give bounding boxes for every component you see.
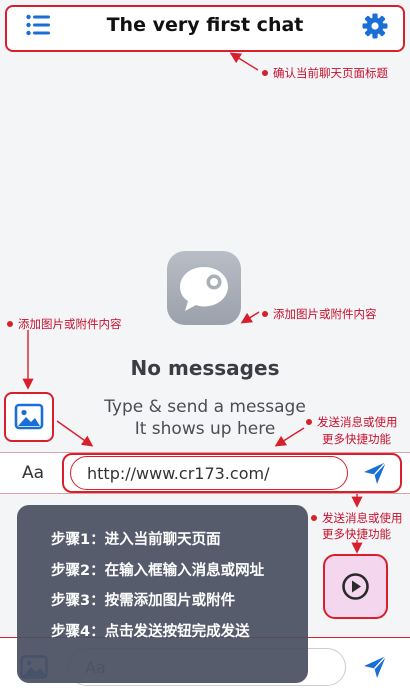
message-input[interactable]	[70, 456, 348, 490]
quick-annotation-2: 更多快捷功能	[322, 527, 391, 541]
attach-annotation-left: 添加图片或附件内容	[7, 316, 122, 332]
send-annotation-2: 更多快捷功能	[322, 432, 391, 446]
send-icon[interactable]	[362, 460, 388, 486]
quick-annotation-1: 发送消息或使用	[311, 510, 403, 526]
attach-image-button[interactable]	[4, 392, 54, 442]
title-annotation: 确认当前聊天页面标题	[262, 65, 388, 81]
bottom-send-icon[interactable]	[362, 654, 388, 680]
step-item: 步骤2：在输入框输入消息或网址	[51, 562, 265, 579]
quick-action-button[interactable]	[323, 554, 388, 619]
send-annotation-1: 发送消息或使用	[306, 414, 398, 430]
step-item: 步骤3：按需添加图片或附件	[51, 593, 236, 609]
step-item: 步骤4：点击发送按钮完成发送	[51, 623, 250, 640]
menu-icon[interactable]	[26, 14, 50, 36]
attach-annotation-right: 添加图片或附件内容	[262, 306, 377, 322]
chat-bubble-icon	[167, 251, 241, 325]
steps-panel: 步骤1：进入当前聊天页面 步骤2：在输入框输入消息或网址 步骤3：按需添加图片或…	[17, 505, 308, 683]
empty-state-title: No messages	[130, 356, 280, 380]
page-title: The very first chat	[106, 14, 304, 36]
gear-icon[interactable]	[362, 13, 388, 39]
format-toggle[interactable]: Aa	[22, 463, 44, 483]
step-item: 步骤1：进入当前聊天页面	[51, 532, 221, 548]
